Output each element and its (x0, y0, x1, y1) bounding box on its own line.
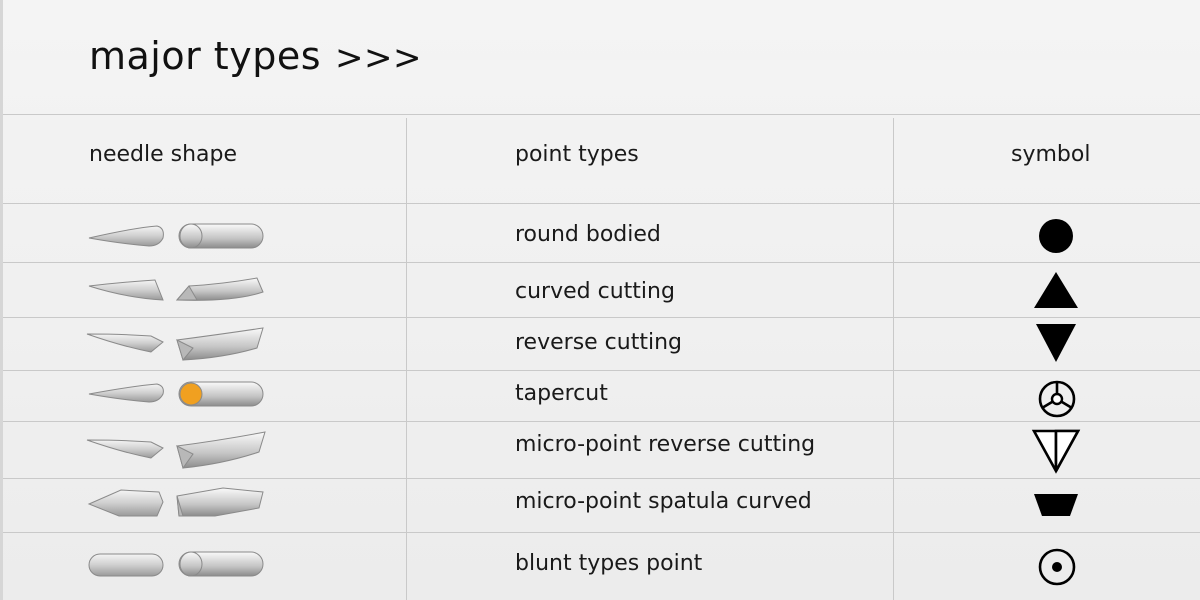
point-type-label: round bodied (515, 222, 661, 247)
title-arrows: >>> (335, 38, 422, 78)
header-symbol: symbol (1011, 142, 1091, 167)
row-divider (3, 317, 1200, 318)
point-type-label: tapercut (515, 381, 608, 406)
row-divider (3, 370, 1200, 371)
circle-y-icon (1038, 380, 1076, 418)
needle-shape-micro-point-spatula-curved (87, 487, 264, 517)
dot-circle-icon (1038, 548, 1076, 586)
title-text: major types (89, 34, 321, 78)
filled-down-triangle-icon (1036, 324, 1076, 362)
needle-shape-reverse-cutting (86, 327, 264, 362)
page-title: major types >>> (89, 34, 422, 78)
needle-shape-round-bodied (88, 223, 264, 249)
filled-up-triangle-icon (1034, 272, 1078, 308)
row-divider (3, 532, 1200, 533)
point-type-label: micro-point spatula curved (515, 489, 812, 514)
needle-shape-curved-cutting (88, 277, 264, 301)
point-type-label: micro-point reverse cutting (515, 432, 816, 457)
header-bottom-divider (3, 203, 1200, 204)
needle-shape-micro-point-reverse-cutting (86, 431, 266, 470)
header-point-types: point types (515, 142, 639, 167)
filled-circle-icon (1039, 219, 1073, 253)
point-type-label: blunt types point (515, 551, 703, 576)
trapezoid-icon (1034, 494, 1078, 516)
header-top-divider (3, 114, 1200, 115)
column-divider (406, 118, 407, 600)
point-type-label: curved cutting (515, 279, 675, 304)
row-divider (3, 262, 1200, 263)
row-divider (3, 478, 1200, 479)
needle-shape-blunt-types-point (88, 551, 264, 577)
column-divider (893, 118, 894, 600)
down-triangle-outline-icon (1031, 429, 1081, 474)
page-frame: major types >>> needle shape point types … (0, 0, 1200, 600)
header-needle-shape: needle shape (89, 142, 238, 167)
row-divider (3, 421, 1200, 422)
needle-shape-tapercut (88, 381, 264, 407)
point-type-label: reverse cutting (515, 330, 682, 355)
